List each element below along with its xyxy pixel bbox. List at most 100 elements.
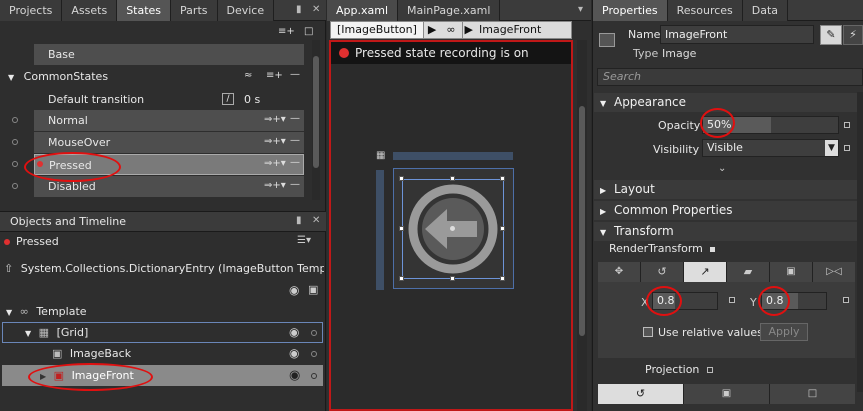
timeline-menu-icon[interactable]: ☰▾ bbox=[297, 235, 311, 246]
chevron-down-icon[interactable]: ▼ bbox=[825, 140, 838, 156]
advanced-options-icon[interactable] bbox=[729, 297, 735, 303]
skew-tab-icon[interactable]: ▰ bbox=[727, 262, 770, 282]
remove-group-icon[interactable]: — bbox=[290, 69, 300, 80]
expand-icon[interactable]: ▼ bbox=[25, 329, 31, 338]
resize-handle[interactable] bbox=[450, 176, 455, 181]
rotate-tab-icon[interactable]: ↺ bbox=[598, 384, 684, 404]
collapse-icon[interactable]: □ bbox=[304, 26, 313, 37]
flip-tab-icon[interactable]: ▷◁ bbox=[813, 262, 855, 282]
scope-row[interactable]: ⇧ System.Collections.DictionaryEntry (Im… bbox=[4, 260, 324, 278]
rotate-tab-icon[interactable]: ↺ bbox=[641, 262, 684, 282]
tab-mainpage-xaml[interactable]: MainPage.xaml bbox=[398, 0, 501, 21]
remove-state-icon[interactable]: — bbox=[290, 135, 300, 146]
pin-icon[interactable]: ▮ bbox=[296, 4, 302, 15]
breadcrumb-current[interactable]: ImageFront bbox=[475, 23, 545, 36]
resize-handle[interactable] bbox=[399, 226, 404, 231]
grid-layout-icon[interactable]: ▦ bbox=[376, 150, 385, 161]
tab-app-xaml[interactable]: App.xaml bbox=[327, 0, 399, 21]
scale-tab-icon[interactable]: ↗ bbox=[684, 262, 727, 282]
resize-handle[interactable] bbox=[399, 176, 404, 181]
resize-handle[interactable] bbox=[500, 276, 505, 281]
pin-icon[interactable]: ▮ bbox=[296, 215, 302, 226]
expand-icon[interactable]: ▼ bbox=[600, 228, 606, 237]
state-group-commonstates[interactable]: ▼ CommonStates bbox=[4, 66, 304, 87]
add-transition-icon[interactable]: ≡+ bbox=[266, 70, 283, 81]
translate-tab-icon[interactable]: ✥ bbox=[598, 262, 641, 282]
collapse-icon[interactable]: ▶ bbox=[600, 186, 606, 195]
remove-state-icon[interactable]: — bbox=[290, 113, 300, 124]
global-offset-tab-icon[interactable]: □ bbox=[770, 384, 855, 404]
state-base[interactable]: Base bbox=[34, 44, 304, 65]
properties-view-icon[interactable]: ⚡ bbox=[843, 25, 863, 45]
breadcrumb-root[interactable]: [ImageButton] bbox=[331, 22, 424, 38]
properties-scrollbar[interactable] bbox=[857, 92, 863, 392]
transition-effect-icon[interactable]: ≈ bbox=[244, 70, 252, 81]
lock-toggle-icon[interactable] bbox=[311, 351, 317, 357]
tree-imageback[interactable]: ▣ ImageBack bbox=[52, 344, 292, 364]
events-view-icon[interactable]: ✎ bbox=[820, 25, 842, 45]
advanced-options-icon[interactable] bbox=[843, 297, 849, 303]
center-point-tab-icon[interactable]: ▣ bbox=[684, 384, 770, 404]
remove-state-icon[interactable]: — bbox=[290, 157, 300, 168]
advanced-options-icon[interactable] bbox=[706, 367, 713, 373]
tab-data[interactable]: Data bbox=[742, 0, 789, 21]
scrollbar-thumb[interactable] bbox=[579, 106, 585, 336]
tree-template[interactable]: ▼ ∞ Template bbox=[6, 302, 306, 322]
remove-state-icon[interactable]: — bbox=[290, 179, 300, 190]
state-transition-icon[interactable]: ⇒+▾ bbox=[264, 136, 286, 147]
record-dot-icon[interactable] bbox=[12, 183, 18, 189]
section-common-properties[interactable]: ▶ Common Properties bbox=[594, 201, 863, 220]
expand-icon[interactable]: ▼ bbox=[600, 99, 606, 108]
state-transition-icon[interactable]: ⇒+▾ bbox=[264, 180, 286, 191]
tab-states[interactable]: States bbox=[117, 0, 172, 21]
dropdown-icon[interactable]: ▾ bbox=[578, 4, 583, 15]
states-scrollbar[interactable] bbox=[312, 40, 320, 200]
expand-icon[interactable]: ▼ bbox=[8, 73, 14, 82]
resize-handle[interactable] bbox=[500, 176, 505, 181]
eye-icon[interactable]: ◉ bbox=[289, 283, 299, 297]
document-scrollbar[interactable] bbox=[577, 40, 587, 411]
tab-parts[interactable]: Parts bbox=[171, 0, 218, 21]
tab-assets[interactable]: Assets bbox=[62, 0, 118, 21]
expand-icon[interactable]: ▼ bbox=[6, 308, 12, 317]
apply-button[interactable]: Apply bbox=[760, 323, 808, 341]
center-point-handle[interactable] bbox=[450, 226, 455, 231]
relative-values-checkbox[interactable] bbox=[643, 327, 653, 337]
transition-time[interactable]: 0 s bbox=[244, 93, 260, 106]
resize-handle[interactable] bbox=[450, 276, 455, 281]
advanced-options-icon[interactable] bbox=[844, 122, 850, 128]
section-appearance[interactable]: ▼ Appearance bbox=[594, 93, 863, 112]
lock-toggle-icon[interactable] bbox=[311, 330, 317, 336]
record-dot-icon[interactable] bbox=[12, 139, 18, 145]
eye-icon[interactable]: ◉ bbox=[289, 325, 299, 339]
lock-icon[interactable]: ▣ bbox=[308, 283, 318, 296]
more-options-chevron-icon[interactable]: ⌄ bbox=[718, 163, 726, 174]
resize-handle[interactable] bbox=[399, 276, 404, 281]
lock-toggle-icon[interactable] bbox=[311, 373, 317, 379]
state-transition-icon[interactable]: ⇒+▾ bbox=[264, 158, 286, 169]
advanced-options-icon[interactable] bbox=[710, 247, 716, 252]
eye-icon[interactable]: ◉ bbox=[289, 346, 299, 360]
tab-properties[interactable]: Properties bbox=[593, 0, 668, 21]
center-point-tab-icon[interactable]: ▣ bbox=[770, 262, 813, 282]
scrollbar-thumb[interactable] bbox=[313, 56, 319, 168]
easing-icon[interactable]: / bbox=[222, 93, 234, 105]
resize-handle[interactable] bbox=[500, 226, 505, 231]
section-transform[interactable]: ▼ Transform bbox=[594, 222, 863, 241]
add-state-group-icon[interactable]: ≡+ bbox=[278, 26, 295, 37]
scope-up-icon[interactable]: ⇧ bbox=[4, 262, 13, 275]
collapse-icon[interactable]: ▶ bbox=[600, 207, 606, 216]
section-layout[interactable]: ▶ Layout bbox=[594, 180, 863, 199]
search-input[interactable]: Search bbox=[597, 68, 863, 86]
record-dot-icon[interactable] bbox=[12, 161, 18, 167]
eye-icon[interactable]: ◉ bbox=[289, 368, 300, 383]
tab-resources[interactable]: Resources bbox=[667, 0, 743, 21]
tab-device[interactable]: Device bbox=[217, 0, 275, 21]
visibility-select[interactable]: Visible ▼ bbox=[702, 139, 839, 157]
tree-grid[interactable]: ▼ ▦ [Grid] bbox=[2, 322, 323, 343]
close-icon[interactable]: ✕ bbox=[312, 4, 320, 15]
record-dot-icon[interactable] bbox=[12, 117, 18, 123]
tab-projects[interactable]: Projects bbox=[0, 0, 63, 21]
template-breadcrumb-icon[interactable]: ∞ bbox=[440, 22, 463, 38]
advanced-options-icon[interactable] bbox=[844, 145, 850, 151]
